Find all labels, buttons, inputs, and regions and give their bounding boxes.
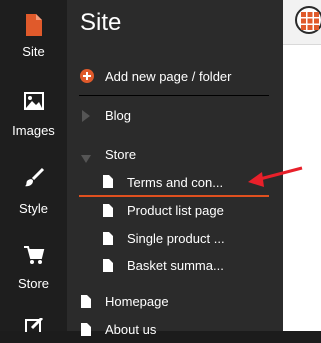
chevron-right-icon xyxy=(82,110,90,125)
tree-item-blog[interactable]: Blog xyxy=(67,103,283,129)
chevron-down-icon xyxy=(81,151,91,166)
image-icon xyxy=(23,92,44,113)
page-icon xyxy=(103,232,113,248)
rail-label-images: Images xyxy=(12,123,55,138)
rail-label-style: Style xyxy=(19,201,48,216)
add-page-label: Add new page / folder xyxy=(105,69,232,84)
edit-icon xyxy=(24,316,44,335)
tree-item-homepage[interactable]: Homepage xyxy=(67,289,283,315)
apps-menu-button[interactable] xyxy=(295,6,321,34)
tree-item-label: Store xyxy=(105,147,137,162)
add-page-button[interactable]: Add new page / folder xyxy=(67,64,283,90)
top-toolbar xyxy=(283,0,321,45)
brush-icon xyxy=(23,167,45,192)
divider xyxy=(79,95,269,96)
tree-item-label: Product list page xyxy=(127,203,224,218)
tree-item-label: Homepage xyxy=(105,294,169,309)
page-icon xyxy=(103,259,113,275)
tree-item-store[interactable]: Store xyxy=(67,142,283,168)
cart-icon xyxy=(23,245,45,268)
tree-item-label: Blog xyxy=(105,108,132,123)
page-icon xyxy=(25,14,42,39)
tree-item-label: Terms and con... xyxy=(127,175,224,190)
plus-circle-icon xyxy=(80,69,94,86)
tree-item-single-product[interactable]: Single product ... xyxy=(67,226,283,252)
page-icon xyxy=(103,175,113,191)
rail-item-store[interactable]: Store xyxy=(0,235,67,307)
site-panel: Site Add new page / folder Blog Store Te… xyxy=(67,0,283,337)
tree-item-label: About us xyxy=(105,322,157,337)
page-canvas xyxy=(283,0,321,331)
page-icon xyxy=(81,295,91,311)
rail-item-edit[interactable] xyxy=(0,314,67,335)
rail-item-site[interactable]: Site xyxy=(0,0,67,72)
rail-item-style[interactable]: Style xyxy=(0,155,67,227)
tree-item-product-list[interactable]: Product list page xyxy=(67,198,283,224)
tree-item-basket-summary[interactable]: Basket summa... xyxy=(67,253,283,279)
active-indicator xyxy=(79,195,269,197)
page-icon xyxy=(103,204,113,220)
grid-icon xyxy=(301,12,319,35)
icon-rail: Site Images Style Store xyxy=(0,0,67,335)
tree-item-terms[interactable]: Terms and con... xyxy=(67,170,283,196)
panel-title: Site xyxy=(80,9,122,36)
tree-item-about-us[interactable]: About us xyxy=(67,317,283,343)
tree-item-label: Single product ... xyxy=(127,231,225,246)
rail-label-store: Store xyxy=(17,276,50,291)
rail-item-images[interactable]: Images xyxy=(0,72,67,144)
rail-label-site: Site xyxy=(22,44,45,59)
tree-item-label: Basket summa... xyxy=(127,258,224,273)
page-icon xyxy=(81,323,91,339)
